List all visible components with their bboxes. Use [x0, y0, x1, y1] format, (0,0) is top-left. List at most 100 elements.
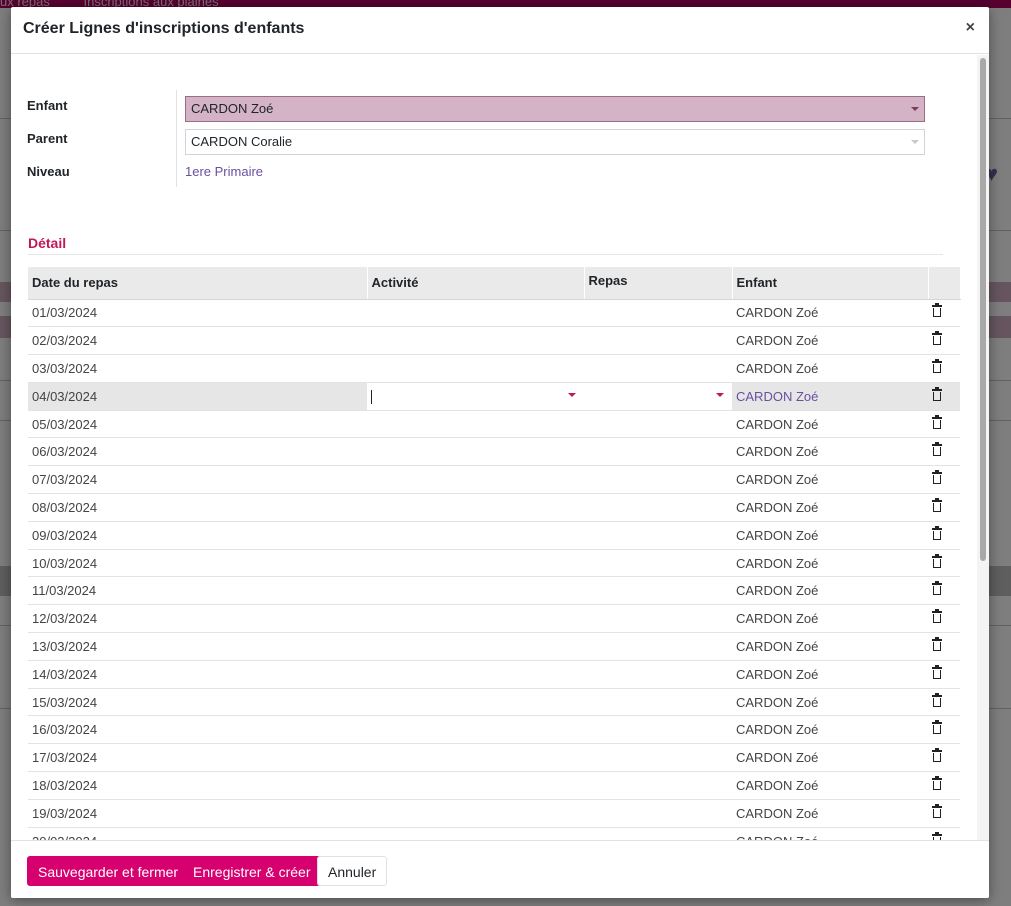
activite-cell[interactable] [367, 410, 584, 439]
date-cell[interactable]: 08/03/2024 [28, 493, 367, 522]
enfant-cell[interactable]: CARDON Zoé [732, 437, 928, 467]
enfant-cell[interactable]: CARDON Zoé [732, 493, 928, 522]
activite-cell[interactable] [367, 382, 584, 411]
trash-icon[interactable] [932, 720, 942, 735]
date-cell[interactable]: 13/03/2024 [28, 632, 367, 661]
table-row[interactable]: 15/03/2024 CARDON Zoé [28, 688, 960, 717]
table-row[interactable]: 14/03/2024 CARDON Zoé [28, 660, 960, 689]
date-cell[interactable]: 05/03/2024 [28, 410, 367, 439]
trash-icon[interactable] [932, 636, 942, 651]
activite-cell[interactable] [367, 743, 584, 773]
date-cell[interactable]: 01/03/2024 [28, 299, 367, 328]
table-row[interactable]: 01/03/2024 CARDON Zoé [28, 299, 960, 328]
date-cell[interactable]: 03/03/2024 [28, 354, 367, 383]
date-cell[interactable]: 14/03/2024 [28, 660, 367, 689]
caret-down-icon[interactable] [911, 140, 919, 144]
activite-cell[interactable] [367, 771, 584, 800]
activite-cell[interactable] [367, 465, 584, 495]
enfant-cell[interactable]: CARDON Zoé [732, 465, 928, 495]
activite-cell[interactable] [367, 576, 584, 606]
repas-cell[interactable] [584, 604, 732, 634]
date-cell[interactable]: 09/03/2024 [28, 521, 367, 550]
date-cell[interactable]: 04/03/2024 [28, 382, 367, 411]
activite-cell[interactable] [367, 299, 584, 328]
enfant-cell[interactable]: CARDON Zoé [732, 382, 928, 411]
table-row[interactable]: 16/03/2024 CARDON Zoé [28, 715, 960, 745]
trash-icon[interactable] [932, 497, 942, 512]
repas-cell[interactable] [584, 326, 732, 356]
repas-cell[interactable] [584, 715, 732, 745]
scrollbar-thumb[interactable] [980, 58, 986, 561]
enfant-cell[interactable]: CARDON Zoé [732, 521, 928, 550]
enfant-cell[interactable]: CARDON Zoé [732, 799, 928, 828]
activite-cell[interactable] [367, 549, 584, 578]
date-cell[interactable]: 20/03/2024 [28, 827, 367, 840]
date-cell[interactable]: 16/03/2024 [28, 715, 367, 745]
enfant-cell[interactable]: CARDON Zoé [732, 604, 928, 634]
trash-icon[interactable] [932, 609, 942, 624]
trash-icon[interactable] [932, 386, 942, 401]
repas-cell[interactable] [584, 521, 732, 550]
activite-cell[interactable] [367, 493, 584, 522]
enfant-cell[interactable]: CARDON Zoé [732, 771, 928, 800]
trash-icon[interactable] [932, 358, 942, 373]
enfant-field[interactable]: CARDON Zoé [185, 96, 925, 122]
activite-cell[interactable] [367, 632, 584, 661]
date-cell[interactable]: 18/03/2024 [28, 771, 367, 800]
table-row[interactable]: 03/03/2024 CARDON Zoé [28, 354, 960, 383]
activite-cell[interactable] [367, 799, 584, 828]
caret-down-icon[interactable] [716, 392, 724, 397]
trash-icon[interactable] [932, 470, 942, 485]
activite-cell[interactable] [367, 354, 584, 383]
repas-cell[interactable] [584, 660, 732, 689]
caret-down-icon[interactable] [911, 107, 919, 111]
enfant-cell[interactable]: CARDON Zoé [732, 549, 928, 578]
trash-icon[interactable] [932, 775, 942, 790]
repas-cell[interactable] [584, 354, 732, 383]
table-row[interactable]: 20/03/2024 CARDON Zoé [28, 827, 960, 840]
table-row[interactable]: 17/03/2024 CARDON Zoé [28, 743, 960, 773]
column-header-enfant[interactable]: Enfant [732, 267, 929, 300]
repas-cell[interactable] [584, 771, 732, 800]
trash-icon[interactable] [932, 664, 942, 679]
table-row[interactable]: 12/03/2024 CARDON Zoé [28, 604, 960, 634]
enfant-cell[interactable]: CARDON Zoé [732, 715, 928, 745]
table-row[interactable]: 08/03/2024 CARDON Zoé [28, 493, 960, 522]
date-cell[interactable]: 07/03/2024 [28, 465, 367, 495]
date-cell[interactable]: 06/03/2024 [28, 437, 367, 467]
trash-icon[interactable] [932, 581, 942, 596]
column-header-date[interactable]: Date du repas [28, 267, 368, 300]
activite-cell[interactable] [367, 437, 584, 467]
trash-icon[interactable] [932, 553, 942, 568]
repas-cell[interactable] [584, 688, 732, 717]
activite-cell[interactable] [367, 688, 584, 717]
niveau-link[interactable]: 1ere Primaire [185, 164, 263, 179]
trash-icon[interactable] [932, 442, 942, 457]
table-row[interactable]: 10/03/2024 CARDON Zoé [28, 549, 960, 578]
enfant-cell[interactable]: CARDON Zoé [732, 743, 928, 773]
date-cell[interactable]: 15/03/2024 [28, 688, 367, 717]
date-cell[interactable]: 12/03/2024 [28, 604, 367, 634]
repas-cell[interactable] [584, 632, 732, 661]
activite-cell[interactable] [367, 326, 584, 356]
enfant-cell[interactable]: CARDON Zoé [732, 354, 928, 383]
repas-cell[interactable] [584, 549, 732, 578]
table-row[interactable]: 07/03/2024 CARDON Zoé [28, 465, 960, 495]
trash-icon[interactable] [932, 803, 942, 818]
cancel-button[interactable]: Annuler [317, 856, 388, 886]
repas-cell[interactable] [584, 743, 732, 773]
table-row[interactable]: 09/03/2024 CARDON Zoé [28, 521, 960, 550]
enfant-cell[interactable]: CARDON Zoé [732, 632, 928, 661]
table-row[interactable]: 02/03/2024 CARDON Zoé [28, 326, 960, 356]
date-cell[interactable]: 11/03/2024 [28, 576, 367, 606]
save-close-button[interactable]: Sauvegarder et fermer [27, 856, 190, 886]
repas-cell[interactable] [584, 299, 732, 328]
table-row[interactable]: 18/03/2024 CARDON Zoé [28, 771, 960, 800]
trash-icon[interactable] [932, 748, 942, 763]
trash-icon[interactable] [932, 303, 942, 318]
table-row[interactable]: 19/03/2024 CARDON Zoé [28, 799, 960, 828]
repas-cell[interactable] [584, 827, 732, 840]
column-header-repas[interactable]: Repas [584, 267, 733, 300]
parent-field[interactable]: CARDON Coralie [185, 129, 925, 155]
table-row[interactable]: 05/03/2024 CARDON Zoé [28, 410, 960, 439]
